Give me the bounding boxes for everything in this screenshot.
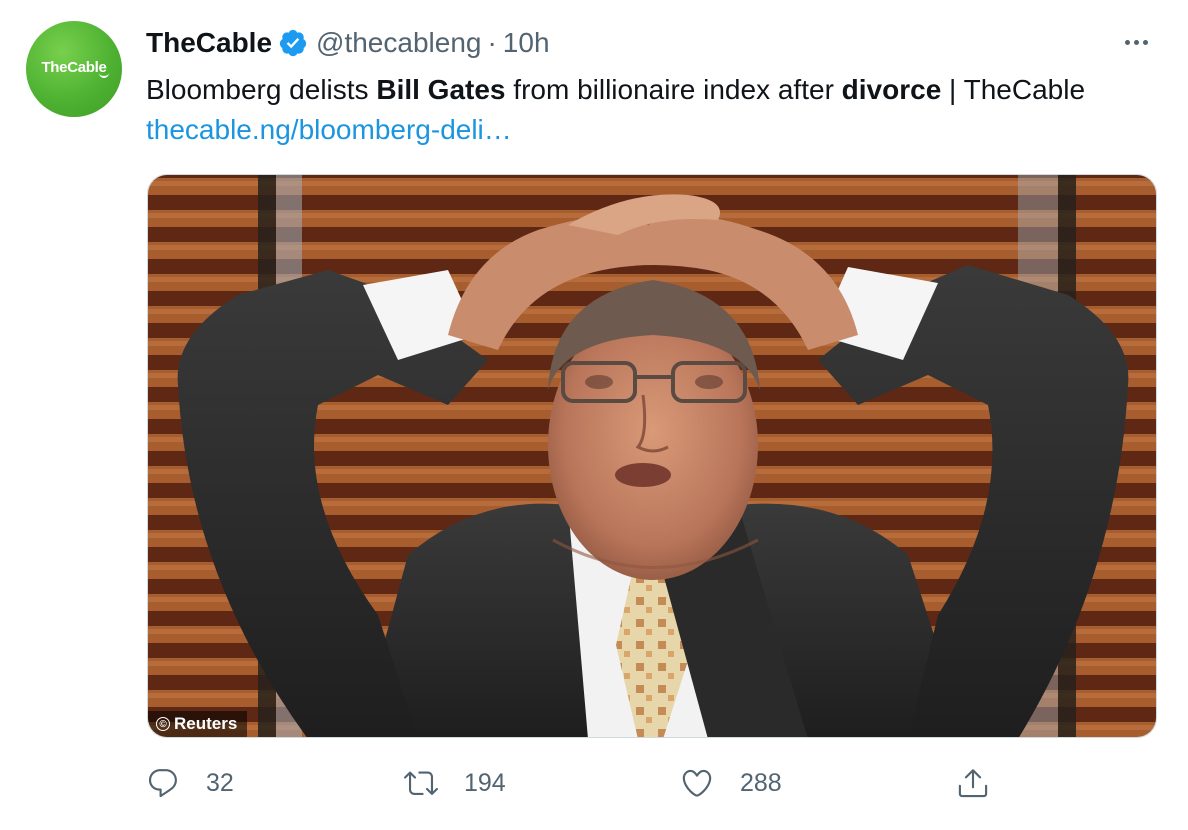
avatar[interactable]: TheCable [26, 21, 122, 117]
tweet-text-part: | TheCable [941, 74, 1086, 105]
tweet-link[interactable]: thecable.ng/bloomberg-deli… [146, 114, 512, 145]
tweet-text-bold: Bill Gates [376, 74, 506, 105]
share-icon [958, 769, 988, 798]
more-options-icon[interactable] [1118, 30, 1154, 54]
copyright-icon: © [156, 717, 170, 731]
retweet-count: 194 [464, 768, 506, 797]
tweet-text: Bloomberg delists Bill Gates from billio… [146, 70, 1146, 150]
reply-button[interactable]: 32 [146, 760, 234, 806]
share-button[interactable] [956, 760, 990, 806]
tweet-text-part: from billionaire index after [505, 74, 842, 105]
photo-credit-text: Reuters [174, 714, 238, 733]
more-dot [1142, 39, 1148, 45]
photo-credit: © Reuters [148, 711, 248, 737]
retweet-icon [404, 771, 438, 795]
tweet-text-bold: divorce [841, 74, 942, 105]
tweet-media-image[interactable]: © Reuters [147, 174, 1157, 738]
reply-count: 32 [206, 768, 234, 797]
avatar-logo: TheCable [41, 58, 110, 78]
media-photo [148, 175, 1156, 737]
verified-badge-icon [279, 29, 307, 57]
more-dot [1124, 39, 1130, 45]
display-name[interactable]: TheCable [146, 27, 272, 59]
like-count: 288 [740, 768, 782, 797]
tweet-timestamp[interactable]: 10h [503, 27, 550, 59]
tweet-text-part: Bloomberg delists [146, 74, 377, 105]
more-dot [1133, 39, 1139, 45]
tweet-header: TheCable @thecableng · 10h [146, 24, 550, 62]
heart-icon [682, 769, 712, 797]
tweet[interactable]: TheCable TheCable @thecableng · 10h Bloo… [0, 0, 1188, 830]
reply-icon [148, 769, 177, 798]
separator-dot: · [487, 27, 497, 58]
retweet-button[interactable]: 194 [404, 760, 506, 806]
author-handle[interactable]: @thecableng [316, 27, 481, 59]
like-button[interactable]: 288 [680, 760, 782, 806]
tweet-actions: 32 194 288 [146, 760, 1016, 806]
